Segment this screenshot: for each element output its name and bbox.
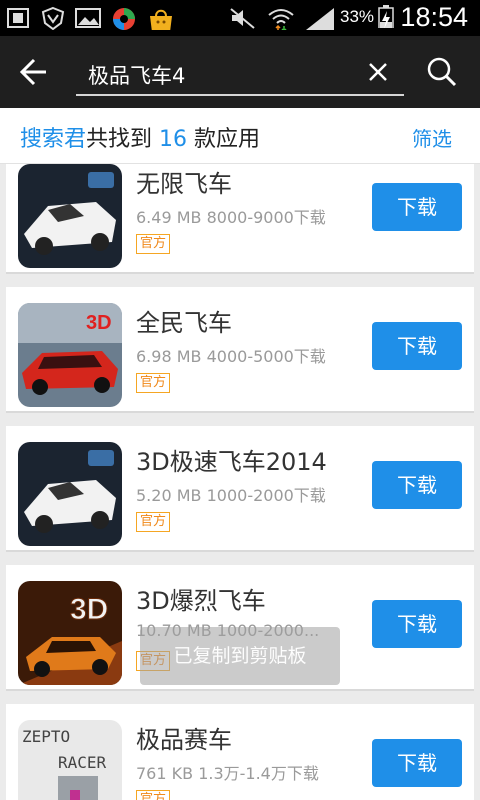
list-item[interactable]: ZEPTO RACER 极品赛车 761 KB 1.3万-1.4万下载 官方 下… [6,704,474,800]
list-item[interactable]: 3D 全民飞车 6.98 MB 4000-5000下载 官方 下载 [6,287,474,413]
summary-prefix: 搜索君 [20,127,87,152]
official-badge: 官方 [136,790,171,800]
download-button[interactable]: 下载 [372,600,462,648]
app-name: 3D爆烈飞车 [136,587,266,615]
search-input[interactable]: 极品飞车4 [76,50,404,96]
racing-car-red-3d-icon: 3D [18,303,122,407]
official-badge: 官方 [136,234,171,254]
clear-search-button[interactable] [366,60,390,84]
shopping-bag-icon [150,9,172,30]
download-button[interactable]: 下载 [372,739,462,787]
search-query-text: 极品飞车4 [88,64,186,88]
official-badge: 官方 [136,373,171,393]
svg-text:ZEPTO: ZEPTO [22,727,70,746]
shield-icon [41,6,65,30]
app-name: 极品赛车 [136,726,232,754]
wifi-icon [268,9,294,30]
toast-message: 已复制到剪贴板 [140,627,340,685]
racing-car-white-icon [18,442,122,546]
close-icon [369,63,387,81]
summary-suffix: 款应用 [194,127,261,152]
search-button[interactable] [424,54,460,90]
clock: 18:54 [400,2,468,32]
svg-text:3D: 3D [70,593,108,626]
search-header: 极品飞车4 [0,36,480,108]
app-meta: 6.49 MB 8000-9000下载 [136,208,326,227]
status-bar: 33% 18:54 [0,0,480,36]
arrow-left-icon [19,58,46,86]
battery-charging-icon [378,5,394,28]
download-button[interactable]: 下载 [372,322,462,370]
summary-middle: 共找到 [86,127,153,152]
app-name: 无限飞车 [136,170,232,198]
official-badge: 官方 [136,512,171,532]
gallery-notification-icon [7,8,29,28]
zepto-racer-icon: ZEPTO RACER [18,720,122,800]
app-meta: 6.98 MB 4000-5000下载 [136,347,326,366]
app-store-icon [113,8,135,30]
result-summary: 搜索君共找到 16 款应用 筛选 [0,108,480,164]
back-button[interactable] [10,52,54,92]
download-button[interactable]: 下载 [372,183,462,231]
battery-percent: 33% [340,7,375,26]
list-item[interactable]: 无限飞车 6.49 MB 8000-9000下载 官方 下载 [6,164,474,274]
list-item[interactable]: 3D极速飞车2014 5.20 MB 1000-2000下载 官方 下载 [6,426,474,552]
mute-icon [230,8,255,29]
filter-button[interactable]: 筛选 [412,123,452,152]
app-meta: 761 KB 1.3万-1.4万下载 [136,764,319,783]
app-result-list[interactable]: 无限飞车 6.49 MB 8000-9000下载 官方 下载 3D 全民飞车 6… [0,164,480,800]
racing-car-orange-3d-icon: 3D [18,581,122,685]
download-button[interactable]: 下载 [372,461,462,509]
result-count: 16 [159,127,188,152]
app-name: 3D极速飞车2014 [136,448,327,476]
result-count-text: 搜索君共找到 16 款应用 [20,121,260,153]
image-icon [75,8,101,28]
search-icon [427,57,457,87]
svg-text:3D: 3D [86,312,112,334]
racing-car-white-icon [18,164,122,268]
app-meta: 5.20 MB 1000-2000下载 [136,486,326,505]
app-name: 全民飞车 [136,309,232,337]
signal-icon [306,8,334,30]
svg-text:RACER: RACER [58,753,107,772]
